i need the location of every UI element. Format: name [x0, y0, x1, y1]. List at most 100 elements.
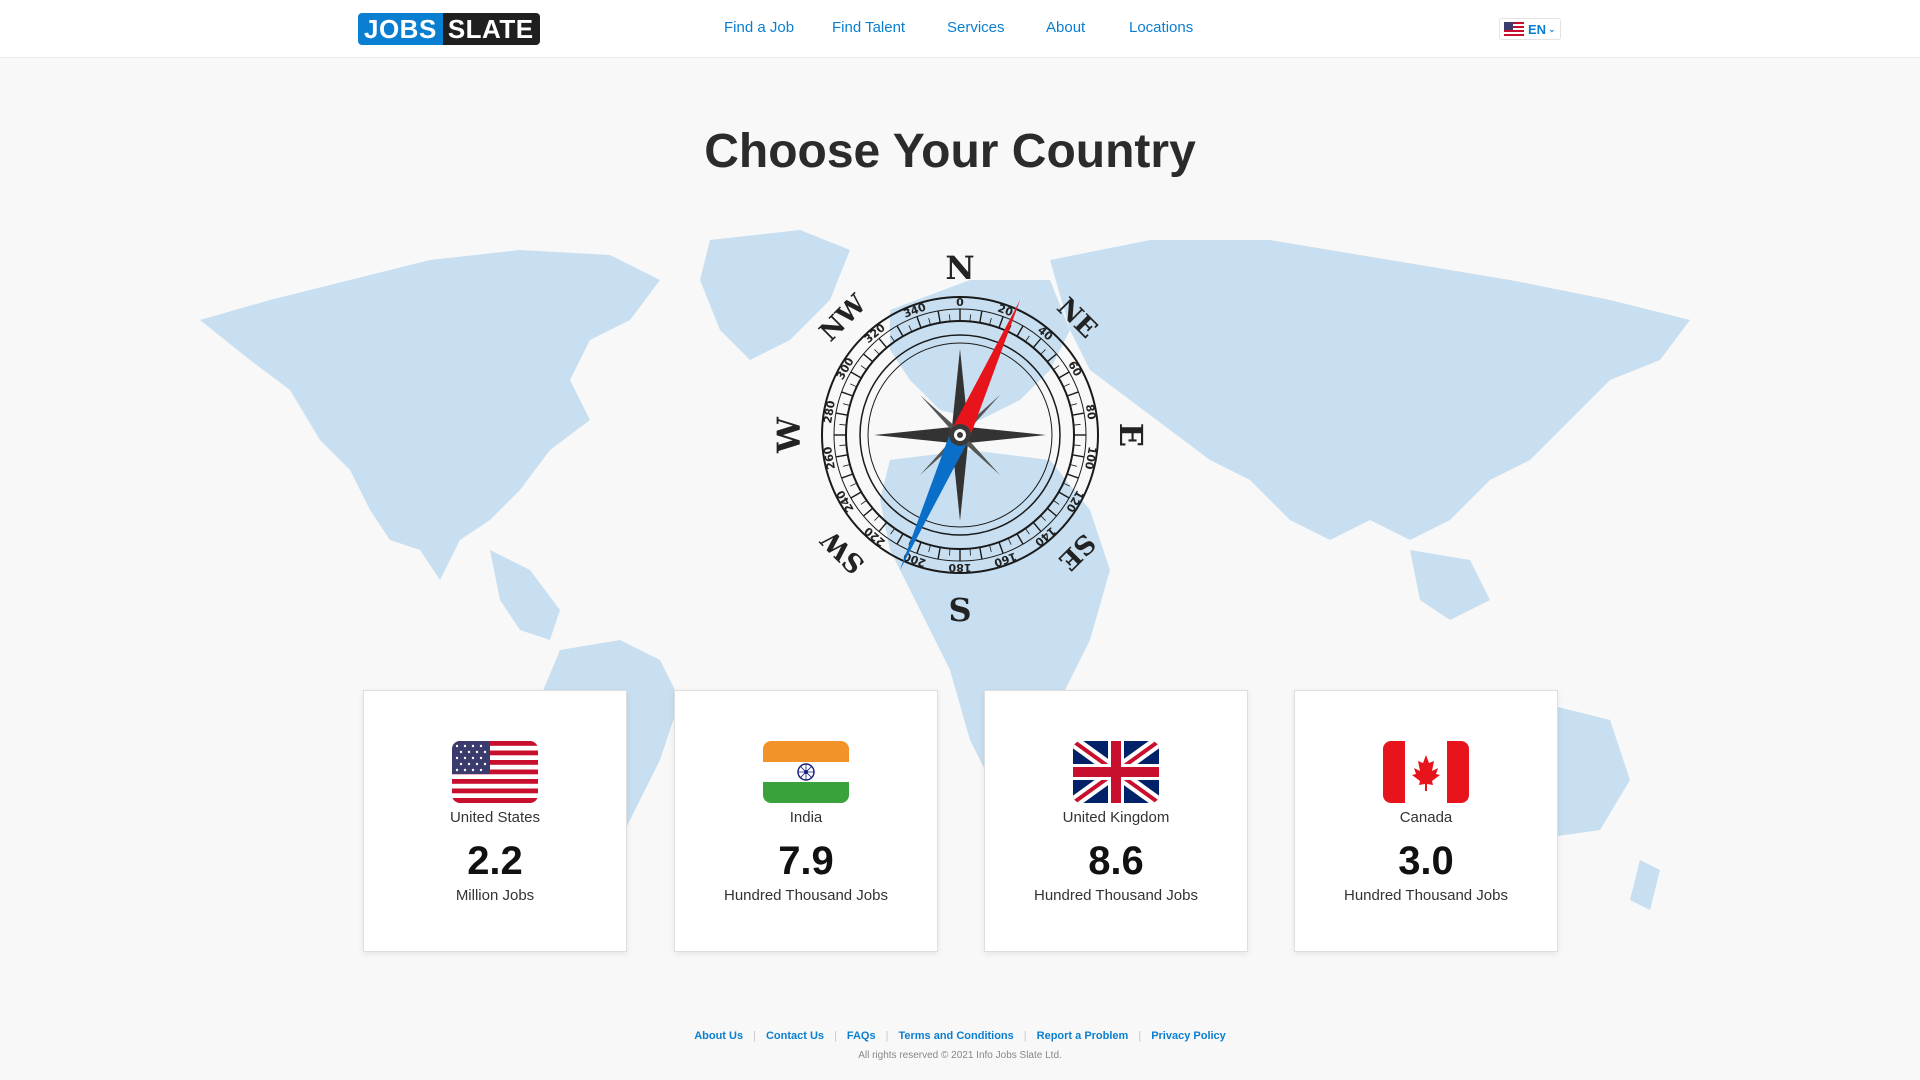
- compass-tick: [850, 491, 862, 499]
- jobsslate-logo[interactable]: JOBS SLATE: [358, 13, 540, 45]
- compass-degree-label: 0: [956, 296, 964, 309]
- compass-tick: [878, 521, 888, 532]
- footer-separator: |: [885, 1030, 889, 1042]
- footer-separator: |: [753, 1030, 756, 1042]
- compass-tick: [860, 365, 867, 370]
- compass-tick: [937, 310, 941, 323]
- nav-about[interactable]: About: [1046, 19, 1085, 36]
- compass-tick: [874, 515, 880, 521]
- us-flag-icon: [452, 741, 538, 803]
- compass-tick: [1070, 403, 1077, 406]
- copyright-text: All rights reserved © 2021 Info Jobs Sla…: [858, 1050, 1062, 1061]
- country-name: United Kingdom: [1062, 809, 1170, 826]
- compass-tick: [989, 545, 992, 552]
- us-flag-icon: [1504, 22, 1524, 36]
- logo-text-jobs: JOBS: [358, 13, 443, 45]
- nav-find-a-job[interactable]: Find a Job: [724, 19, 794, 36]
- canada-flag-icon: [1383, 741, 1469, 803]
- compass-tick: [1025, 335, 1030, 342]
- compass-tick: [1066, 391, 1079, 397]
- job-count-unit: Million Jobs: [455, 887, 535, 904]
- compass-tick: [839, 424, 847, 426]
- compass-tick: [835, 454, 848, 458]
- compass-tick: [1053, 500, 1060, 505]
- job-count: 8.6: [1088, 839, 1144, 883]
- compass-label-ne: NE: [1051, 292, 1103, 344]
- main-nav: Find a Job Find Talent Services About Lo…: [0, 0, 1920, 58]
- compass-tick: [1072, 412, 1085, 416]
- language-selector[interactable]: EN ⌄: [1499, 18, 1561, 40]
- job-count-unit: Hundred Thousand Jobs: [1033, 887, 1198, 904]
- country-name: United States: [449, 809, 541, 826]
- page-title: Choose Your Country: [704, 125, 1196, 178]
- compass-tick: [969, 314, 971, 322]
- compass-tick: [949, 314, 951, 322]
- logo-text-slate: SLATE: [442, 13, 540, 45]
- compass-tick: [860, 500, 867, 505]
- compass-tick: [979, 310, 983, 323]
- compass-illustration: 0 204060801001201401601802002202402602803…: [770, 249, 1150, 629]
- compass-tick: [1025, 528, 1030, 535]
- compass-tick: [1073, 444, 1081, 446]
- uk-flag-icon: [1073, 741, 1159, 803]
- compass-tick: [989, 318, 992, 325]
- footer-separator: |: [1138, 1030, 1142, 1042]
- country-card-united-states[interactable]: United States 2.2 Million Jobs: [363, 690, 627, 952]
- compass-label-w: W: [770, 416, 808, 454]
- footer-link-faqs[interactable]: FAQs: [847, 1030, 876, 1042]
- nav-locations[interactable]: Locations: [1129, 19, 1193, 36]
- footer-link-terms[interactable]: Terms and Conditions: [898, 1030, 1013, 1042]
- compass-tick: [1072, 454, 1085, 458]
- compass-label-s: S: [948, 591, 971, 629]
- compass-tick: [969, 548, 971, 556]
- compass-tick: [1040, 515, 1046, 521]
- job-count: 7.9: [778, 839, 834, 883]
- country-card-canada[interactable]: Canada 3.0 Hundred Thousand Jobs: [1294, 690, 1558, 952]
- site-header: JOBS SLATE Find a Job Find Talent Servic…: [0, 0, 1920, 58]
- compass-label-se: SE: [1052, 527, 1101, 576]
- compass-tick: [928, 318, 931, 325]
- compass-tick: [1016, 533, 1024, 545]
- compass-tick: [1032, 338, 1042, 349]
- compass-tick: [916, 541, 922, 554]
- compass-tick: [1032, 521, 1042, 532]
- compass-tick: [841, 391, 854, 397]
- compass-tick: [841, 473, 854, 479]
- compass-tick: [850, 371, 862, 379]
- compass-tick: [863, 353, 874, 363]
- footer-link-privacy-policy[interactable]: Privacy Policy: [1151, 1030, 1226, 1042]
- job-count-unit: Hundred Thousand Jobs: [1343, 887, 1508, 904]
- nav-find-talent[interactable]: Find Talent: [832, 19, 905, 36]
- compass-degree-label: 180: [948, 561, 971, 574]
- compass-tick: [850, 482, 857, 487]
- footer-separator: |: [834, 1030, 837, 1042]
- compass-tick: [908, 325, 913, 332]
- compass-tick: [937, 547, 941, 560]
- country-name: Canada: [1399, 809, 1453, 826]
- india-flag-icon: [763, 741, 849, 803]
- compass-label-e: E: [1112, 423, 1150, 447]
- compass-degree-label: 80: [1083, 403, 1099, 421]
- compass-tick: [843, 464, 850, 467]
- nav-services[interactable]: Services: [947, 19, 1005, 36]
- compass-tick: [1040, 349, 1046, 355]
- compass-degree-label: 280: [821, 399, 838, 424]
- compass-tick: [979, 547, 983, 560]
- compass-degree-label: 40: [1035, 324, 1055, 344]
- country-card-united-kingdom[interactable]: United Kingdom 8.6 Hundred Thousand Jobs: [984, 690, 1248, 952]
- compass-tick: [1053, 365, 1060, 370]
- country-name: India: [789, 809, 823, 826]
- country-card-india[interactable]: India 7.9 Hundred Thousand Jobs: [674, 690, 938, 952]
- compass-tick: [1058, 491, 1070, 499]
- compass-tick: [916, 316, 922, 329]
- footer-link-report-problem[interactable]: Report a Problem: [1037, 1030, 1129, 1042]
- compass-tick: [1066, 473, 1079, 479]
- job-count-unit: Hundred Thousand Jobs: [723, 887, 888, 904]
- language-label: EN: [1528, 21, 1547, 37]
- footer-link-contact-us[interactable]: Contact Us: [766, 1030, 824, 1042]
- compass-tick: [1058, 371, 1070, 379]
- footer-link-about-us[interactable]: About Us: [694, 1030, 743, 1042]
- compass-tick: [1063, 383, 1070, 388]
- footer-links: About Us | Contact Us | FAQs | Terms and Condi…: [0, 1030, 1920, 1042]
- compass-tick: [1073, 424, 1081, 426]
